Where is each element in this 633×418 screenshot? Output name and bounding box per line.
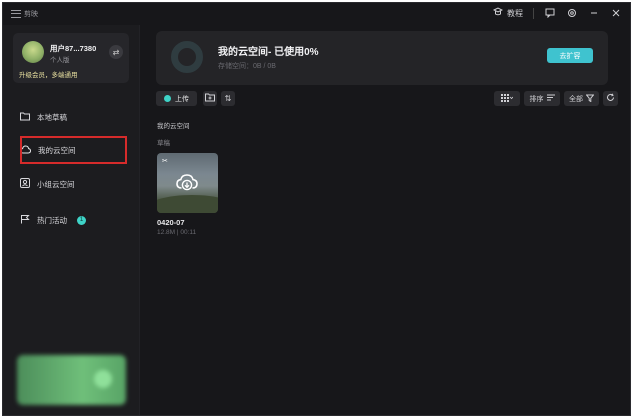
file-name: 0420-07 [157,218,185,227]
sidebar-item-group-cloud[interactable]: 小组云空间 [13,173,130,195]
settings-icon[interactable] [566,7,578,19]
storage-card: 我的云空间- 已使用0% 存储空间：0B / 0B 去扩容 [156,31,608,85]
user-name: 用户87...7380 [50,44,97,53]
refresh-button[interactable] [603,91,618,106]
section-label-drafts: 草稿 [157,140,170,147]
sidebar-item-label: 本地草稿 [37,112,67,122]
file-meta: 12.8M | 00:11 [157,229,197,236]
title-bar: 剪映 教程 [3,3,630,25]
transfer-button[interactable]: ⇅ [221,91,235,106]
breadcrumb[interactable]: 我的云空间 [157,120,190,130]
notification-badge: 1 [77,215,86,225]
avatar[interactable] [22,41,44,63]
switch-account-icon[interactable]: ⇄ [109,45,123,59]
divider [533,7,534,19]
expand-storage-button[interactable]: 去扩容 [547,48,593,63]
sidebar-item-label: 热门活动 [37,215,67,225]
user-type: 个人版 [50,57,70,64]
filter-icon [585,94,595,104]
folder-icon [20,112,30,123]
sidebar-item-hot-events[interactable]: 热门活动 1 [13,209,130,231]
sidebar: 用户87...7380 个人版 ⇄ 升级会员，多端通用 本地草稿 我的云空间 小… [3,25,140,415]
new-folder-icon [205,93,215,104]
promo-icon [94,370,112,388]
app-name: 剪映 [24,11,38,18]
storage-title: 我的云空间- 已使用0% [218,47,319,58]
view-mode-button[interactable] [494,91,520,106]
file-card-thumbnail[interactable]: ✂ [157,153,218,213]
tutorial-icon [492,7,504,19]
filter-label: 全部 [569,95,583,103]
grid-view-icon [501,93,514,104]
transfer-icon: ⇅ [224,94,232,103]
minimize-icon[interactable] [588,7,600,19]
storage-usage-ring [171,41,203,73]
promo-banner[interactable] [17,355,126,405]
new-folder-button[interactable] [203,91,217,106]
app-logo-icon [11,10,21,18]
filter-button[interactable]: 全部 [564,91,599,106]
main-panel: 我的云空间- 已使用0% 存储空间：0B / 0B 去扩容 上传 ⇅ 排序 全部… [141,25,630,415]
cloud-download-icon[interactable] [175,170,199,194]
sort-label: 排序 [529,95,544,103]
storage-subtitle: 存储空间：0B / 0B [218,63,276,70]
tutorial-button[interactable]: 教程 [492,7,523,19]
upload-icon [164,95,171,102]
sidebar-item-local-drafts[interactable]: 本地草稿 [13,106,130,128]
upgrade-link[interactable]: 升级会员，多端通用 [19,69,78,79]
toolbar: 上传 ⇅ 排序 全部 [156,91,618,107]
tutorial-label: 教程 [507,8,523,18]
upload-button[interactable]: 上传 [156,91,197,106]
group-space-icon [20,178,30,190]
app-window: 剪映 教程 用户87...7380 个人版 ⇄ 升级会员，多端通用 本地草稿 我… [2,2,631,416]
upload-label: 上传 [175,95,189,103]
refresh-icon [606,93,615,104]
capcut-logo-icon: ✂ [162,158,168,165]
user-card[interactable]: 用户87...7380 个人版 ⇄ 升级会员，多端通用 [13,33,129,83]
thumbnail-landscape [157,195,218,213]
sort-button[interactable]: 排序 [524,91,560,106]
app-logo: 剪映 [11,9,38,19]
annotation-highlight-box [20,136,127,164]
close-icon[interactable] [610,7,622,19]
feedback-icon[interactable] [544,7,556,19]
window-controls: 教程 [492,7,622,19]
sidebar-item-label: 小组云空间 [37,179,75,189]
sort-icon [546,94,555,103]
flag-icon [20,214,30,226]
